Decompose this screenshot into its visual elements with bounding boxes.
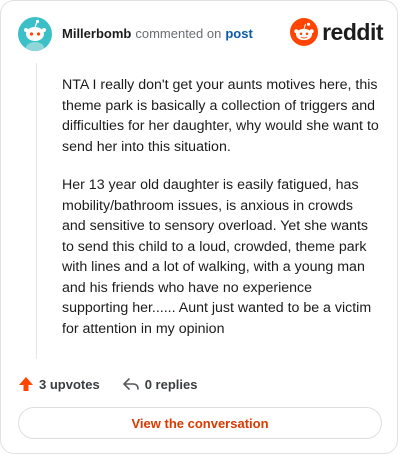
comment-body: NTA I really don't get your aunts motive… [62,75,380,357]
reply-count: 0 replies [144,376,198,392]
reply-button[interactable]: 0 replies [122,376,198,392]
reddit-alien-icon [290,18,319,46]
comment-actions: 3 upvotes 0 replies [18,373,197,395]
upvote-arrow-icon [19,377,33,391]
comment-paragraph: Her 13 year old daughter is easily fatig… [62,177,372,337]
reply-arrow-icon [122,378,139,390]
upvote-button[interactable]: 3 upvotes [18,376,100,392]
thread-line [36,63,37,359]
reddit-logo[interactable]: reddit [290,18,383,46]
snoo-avatar-icon [24,19,46,51]
comment-header: Millerbomb commented on post reddit [18,16,383,52]
reddit-wordmark: reddit [322,18,383,45]
comment-paragraph: NTA I really don't get your aunts motive… [62,77,379,155]
upvote-count: 3 upvotes [39,376,100,392]
post-link[interactable]: post [225,26,252,41]
commented-on-text: commented on [135,26,222,41]
user-avatar[interactable] [18,17,52,51]
username-link[interactable]: Millerbomb [62,26,131,41]
view-conversation-button[interactable]: View the conversation [18,407,382,439]
comment-meta: Millerbomb commented on post [62,26,253,42]
comment-embed-card: Millerbomb commented on post reddit NTA I … [0,0,398,454]
